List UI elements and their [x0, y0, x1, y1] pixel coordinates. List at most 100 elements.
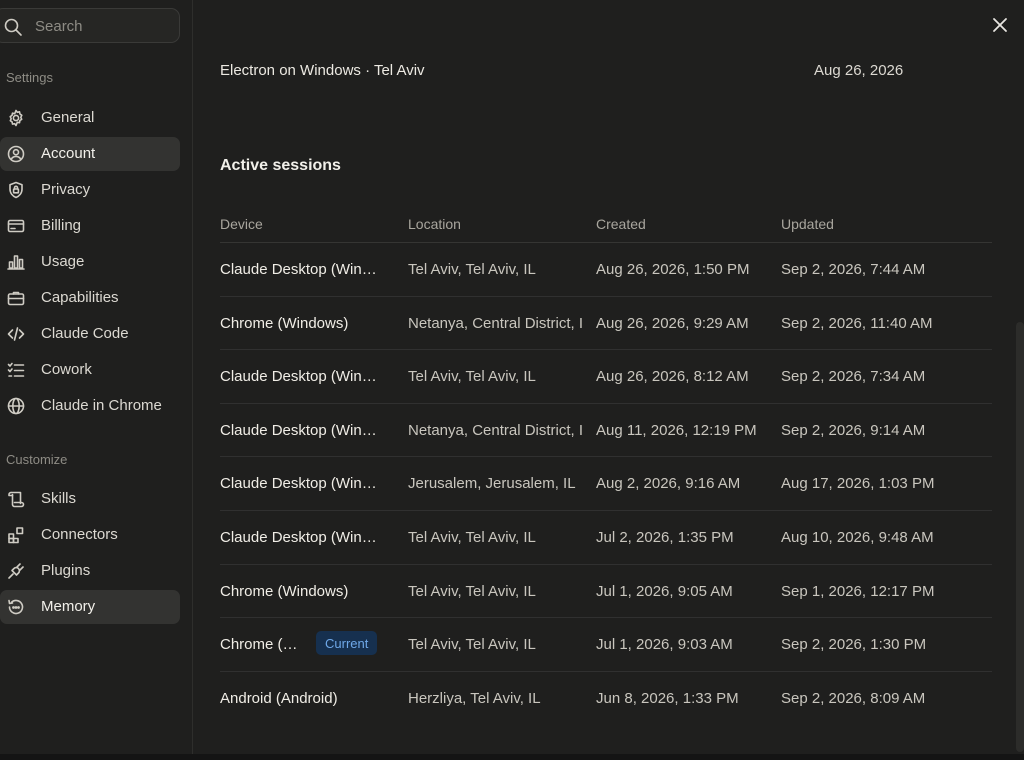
session-updated: Sep 1, 2026, 12:17 PM	[781, 582, 935, 600]
memory-icon	[7, 598, 25, 616]
session-location: Herzliya, Tel Aviv, IL	[408, 689, 541, 707]
settings-sidebar: Settings General Account Privacy Billing…	[0, 0, 193, 760]
session-location: Tel Aviv, Tel Aviv, IL	[408, 528, 536, 546]
checklist-icon	[7, 361, 25, 379]
active-sessions-title: Active sessions	[220, 157, 341, 174]
sidebar-item-label: Cowork	[41, 361, 92, 378]
credit-card-icon	[7, 217, 25, 235]
customize-section-label: Customize	[6, 452, 68, 467]
globe-icon	[7, 397, 25, 415]
bar-chart-icon	[7, 253, 25, 271]
close-icon	[990, 18, 1010, 39]
search-icon	[3, 17, 23, 37]
session-updated: Sep 2, 2026, 8:09 AM	[781, 689, 926, 707]
session-device: Chrome (Windows)	[220, 582, 349, 600]
code-icon	[7, 325, 25, 343]
table-row: Chrome (Windows) Netanya, Central Distri…	[220, 297, 992, 351]
session-created: Jun 8, 2026, 1:33 PM	[596, 689, 739, 707]
table-row: Claude Desktop (Windows) Tel Aviv, Tel A…	[220, 511, 992, 565]
sidebar-item-plugins[interactable]: Plugins	[0, 554, 180, 588]
session-location: Netanya, Central District, IL	[408, 314, 584, 332]
shield-lock-icon	[7, 181, 25, 199]
session-created: Jul 1, 2026, 9:05 AM	[596, 582, 733, 600]
active-sessions-table: Device Location Created Updated Claude D…	[220, 205, 992, 725]
table-row-current: Chrome (Windows) Current Tel Aviv, Tel A…	[220, 618, 992, 672]
table-row: Android (Android) Herzliya, Tel Aviv, IL…	[220, 672, 992, 726]
session-device: Claude Desktop (Windows)	[220, 421, 382, 439]
connectors-icon	[7, 526, 25, 544]
session-location: Netanya, Central District, IL	[408, 421, 584, 439]
sidebar-item-label: Privacy	[41, 181, 91, 198]
session-updated: Sep 2, 2026, 1:30 PM	[781, 636, 927, 654]
table-row: Claude Desktop (Windows) Jerusalem, Jeru…	[220, 457, 992, 511]
session-updated: Sep 2, 2026, 9:14 AM	[781, 421, 926, 439]
sidebar-item-label: Capabilities	[41, 289, 119, 306]
sidebar-item-label: General	[41, 109, 95, 126]
sidebar-item-privacy[interactable]: Privacy	[0, 173, 180, 207]
session-created: Jul 1, 2026, 9:03 AM	[596, 636, 733, 654]
session-device: Claude Desktop (Windows)	[220, 528, 382, 546]
session-created: Aug 2, 2026, 9:16 AM	[596, 475, 741, 493]
sidebar-item-billing[interactable]: Billing	[0, 209, 180, 243]
previous-device-name: Electron on Windows · Tel Aviv	[220, 62, 425, 79]
close-button[interactable]	[990, 15, 1010, 35]
previous-device-date: Aug 26, 2026	[814, 62, 904, 79]
session-device: Claude Desktop (Windows)	[220, 368, 382, 386]
sidebar-item-skills[interactable]: Skills	[0, 482, 180, 516]
sidebar-item-label: Memory	[41, 598, 96, 615]
session-updated: Sep 2, 2026, 7:34 AM	[781, 368, 926, 386]
session-created: Aug 26, 2026, 1:50 PM	[596, 261, 750, 278]
sidebar-item-label: Account	[41, 145, 96, 162]
session-location: Jerusalem, Jerusalem, IL	[408, 475, 576, 493]
sidebar-item-label: Claude in Chrome	[41, 397, 162, 414]
sidebar-item-label: Billing	[41, 217, 82, 234]
search-box[interactable]	[0, 8, 180, 43]
sidebar-item-claude-in-chrome[interactable]: Claude in Chrome	[0, 389, 180, 423]
session-updated: Sep 2, 2026, 11:40 AM	[781, 314, 933, 332]
session-device: Claude Desktop (Windows)	[220, 261, 382, 278]
sidebar-item-claude-code[interactable]: Claude Code	[0, 317, 180, 351]
session-created: Aug 26, 2026, 8:12 AM	[596, 368, 749, 386]
session-created: Jul 2, 2026, 1:35 PM	[596, 528, 734, 546]
table-header: Device Location Created Updated	[220, 205, 992, 243]
scroll-icon	[7, 490, 25, 508]
session-location: Tel Aviv, Tel Aviv, IL	[408, 261, 536, 278]
session-location: Tel Aviv, Tel Aviv, IL	[408, 636, 536, 654]
sidebar-item-label: Claude Code	[41, 325, 129, 342]
session-updated: Aug 17, 2026, 1:03 PM	[781, 475, 935, 493]
account-settings-panel: Electron on Windows · Tel Aviv Aug 26, 2…	[194, 0, 1024, 760]
sidebar-item-connectors[interactable]: Connectors	[0, 518, 180, 552]
sidebar-item-label: Connectors	[41, 526, 118, 543]
session-created: Aug 11, 2026, 12:19 PM	[596, 421, 757, 439]
sidebar-item-usage[interactable]: Usage	[0, 245, 180, 279]
session-device: Chrome (Windows)	[220, 314, 349, 332]
column-header-created: Created	[596, 216, 646, 232]
plug-icon	[7, 562, 25, 580]
user-circle-icon	[7, 145, 25, 163]
session-updated: Aug 10, 2026, 9:48 AM	[781, 528, 934, 546]
sidebar-item-account[interactable]: Account	[0, 137, 180, 171]
session-device: Chrome (Windows)	[220, 636, 300, 654]
sidebar-item-memory[interactable]: Memory	[0, 590, 180, 624]
column-header-location: Location	[408, 216, 461, 232]
current-session-badge: Current	[316, 631, 378, 656]
sidebar-item-cowork[interactable]: Cowork	[0, 353, 180, 387]
table-row: Chrome (Windows) Tel Aviv, Tel Aviv, IL …	[220, 565, 992, 619]
sidebar-item-label: Plugins	[41, 562, 91, 579]
column-header-device: Device	[220, 216, 263, 232]
scrollbar-thumb[interactable]	[1016, 322, 1024, 752]
table-row: Claude Desktop (Windows) Tel Aviv, Tel A…	[220, 243, 992, 297]
table-row: Claude Desktop (Windows) Tel Aviv, Tel A…	[220, 350, 992, 404]
settings-section-label: Settings	[6, 70, 53, 85]
column-header-updated: Updated	[781, 216, 834, 232]
search-input[interactable]	[35, 15, 165, 37]
sidebar-item-general[interactable]: General	[0, 101, 180, 135]
session-device: Claude Desktop (Windows)	[220, 475, 382, 493]
session-device: Android (Android)	[220, 689, 338, 707]
briefcase-icon	[7, 289, 25, 307]
sidebar-item-capabilities[interactable]: Capabilities	[0, 281, 180, 315]
session-updated: Sep 2, 2026, 7:44 AM	[781, 261, 926, 278]
sidebar-item-label: Usage	[41, 253, 85, 270]
gear-icon	[7, 109, 25, 127]
session-location: Tel Aviv, Tel Aviv, IL	[408, 582, 536, 600]
